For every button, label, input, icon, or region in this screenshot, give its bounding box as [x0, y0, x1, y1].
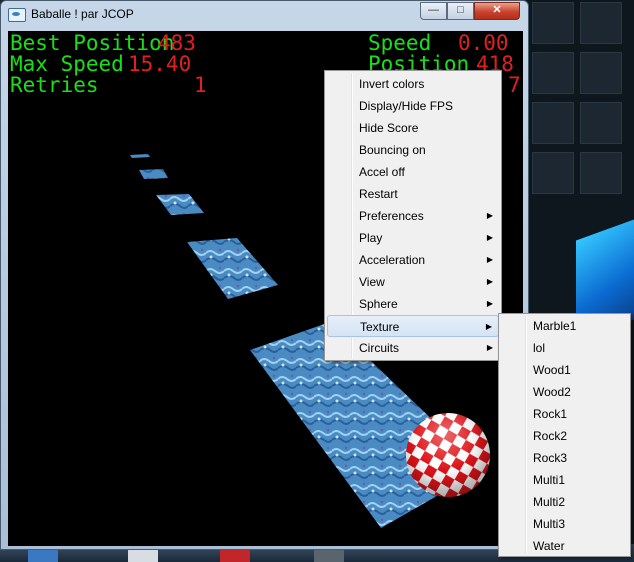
menu-item-sphere[interactable]: Sphere ▶: [327, 293, 499, 315]
app-icon[interactable]: [8, 8, 26, 22]
speed-value: 0.00: [458, 31, 509, 55]
menu-item-label: Bouncing on: [359, 143, 426, 157]
menu-item-label: Invert colors: [359, 77, 425, 91]
texture-item-label: Marble1: [533, 319, 577, 333]
texture-item-wood1[interactable]: Wood1: [501, 359, 628, 381]
texture-item-label: Multi1: [533, 473, 566, 487]
window-titlebar[interactable]: Baballe ! par JCOP — □ ✕: [1, 1, 528, 29]
texture-item-water[interactable]: Water: [501, 535, 628, 557]
maximize-button[interactable]: □: [447, 2, 474, 20]
menu-item-label: Texture: [360, 320, 400, 334]
close-button[interactable]: ✕: [474, 2, 520, 20]
submenu-arrow-icon: ▶: [485, 322, 492, 331]
texture-item-label: Rock3: [533, 451, 568, 465]
menu-item-accel-off[interactable]: Accel off: [327, 161, 499, 183]
menu-item-label: Sphere: [359, 297, 398, 311]
menu-item-label: Hide Score: [359, 121, 419, 135]
texture-item-label: Wood2: [533, 385, 571, 399]
menu-item-hide-score[interactable]: Hide Score: [327, 117, 499, 139]
max-speed-value: 15.40: [128, 52, 192, 76]
menu-item-label: Acceleration: [359, 253, 426, 267]
track-tile: [156, 194, 204, 215]
minimize-button[interactable]: —: [420, 2, 447, 20]
menu-item-label: Preferences: [359, 209, 424, 223]
menu-item-display-hide-fps[interactable]: Display/Hide FPS: [327, 95, 499, 117]
texture-item-label: Water: [533, 539, 565, 553]
best-position-value: 483: [158, 31, 196, 55]
menu-item-preferences[interactable]: Preferences ▶: [327, 205, 499, 227]
texture-item-rock1[interactable]: Rock1: [501, 403, 628, 425]
texture-submenu: Marble1 lol Wood1 Wood2 Rock1 Rock2 Rock3 Multi…: [498, 313, 631, 557]
taskbar-app-icon[interactable]: [128, 548, 158, 562]
menu-item-label: Restart: [359, 187, 398, 201]
third-value: 7: [508, 73, 521, 97]
texture-item-label: Wood1: [533, 363, 571, 377]
texture-item-wood2[interactable]: Wood2: [501, 381, 628, 403]
max-speed-label: Max Speed: [10, 52, 124, 76]
menu-item-play[interactable]: Play ▶: [327, 227, 499, 249]
menu-item-view[interactable]: View ▶: [327, 271, 499, 293]
context-menu: Invert colors Display/Hide FPS Hide Score B…: [324, 70, 502, 361]
texture-item-multi1[interactable]: Multi1: [501, 469, 628, 491]
submenu-arrow-icon: ▶: [486, 343, 493, 352]
texture-item-label: Multi3: [533, 517, 566, 531]
minimize-icon: —: [428, 4, 439, 16]
texture-item-label: Multi2: [533, 495, 566, 509]
menu-item-texture[interactable]: Texture ▶: [327, 315, 499, 337]
track-tile: [139, 169, 168, 179]
texture-item-rock2[interactable]: Rock2: [501, 425, 628, 447]
menu-item-invert-colors[interactable]: Invert colors: [327, 73, 499, 95]
menu-item-bouncing-on[interactable]: Bouncing on: [327, 139, 499, 161]
taskbar-app-icon[interactable]: [220, 548, 250, 562]
window-title: Baballe ! par JCOP: [31, 7, 134, 21]
menu-item-label: Display/Hide FPS: [359, 99, 454, 113]
taskbar-app-icon[interactable]: [28, 548, 58, 562]
menu-item-restart[interactable]: Restart: [327, 183, 499, 205]
menu-item-label: Circuits: [359, 341, 400, 355]
menu-item-label: View: [359, 275, 385, 289]
texture-item-multi3[interactable]: Multi3: [501, 513, 628, 535]
texture-item-rock3[interactable]: Rock3: [501, 447, 628, 469]
submenu-arrow-icon: ▶: [486, 255, 493, 264]
texture-item-label: Rock1: [533, 407, 568, 421]
menu-item-label: Accel off: [359, 165, 405, 179]
retries-value: 1: [194, 73, 207, 97]
track-tile: [187, 238, 278, 299]
menu-item-acceleration[interactable]: Acceleration ▶: [327, 249, 499, 271]
track-tile: [130, 154, 150, 158]
submenu-arrow-icon: ▶: [486, 299, 493, 308]
menu-item-circuits[interactable]: Circuits ▶: [327, 337, 499, 359]
texture-item-label: Rock2: [533, 429, 568, 443]
speed-label: Speed: [368, 31, 432, 55]
texture-item-lol[interactable]: lol: [501, 337, 628, 359]
texture-item-label: lol: [533, 341, 546, 355]
menu-item-label: Play: [359, 231, 383, 245]
texture-item-marble1[interactable]: Marble1: [501, 315, 628, 337]
submenu-arrow-icon: ▶: [486, 277, 493, 286]
close-icon: ✕: [492, 4, 502, 16]
submenu-arrow-icon: ▶: [486, 233, 493, 242]
best-position-label: Best Position: [10, 31, 175, 55]
texture-item-multi2[interactable]: Multi2: [501, 491, 628, 513]
retries-label: Retries: [10, 73, 99, 97]
maximize-icon: □: [457, 4, 464, 16]
taskbar-app-icon[interactable]: [314, 548, 344, 562]
submenu-arrow-icon: ▶: [486, 211, 493, 220]
